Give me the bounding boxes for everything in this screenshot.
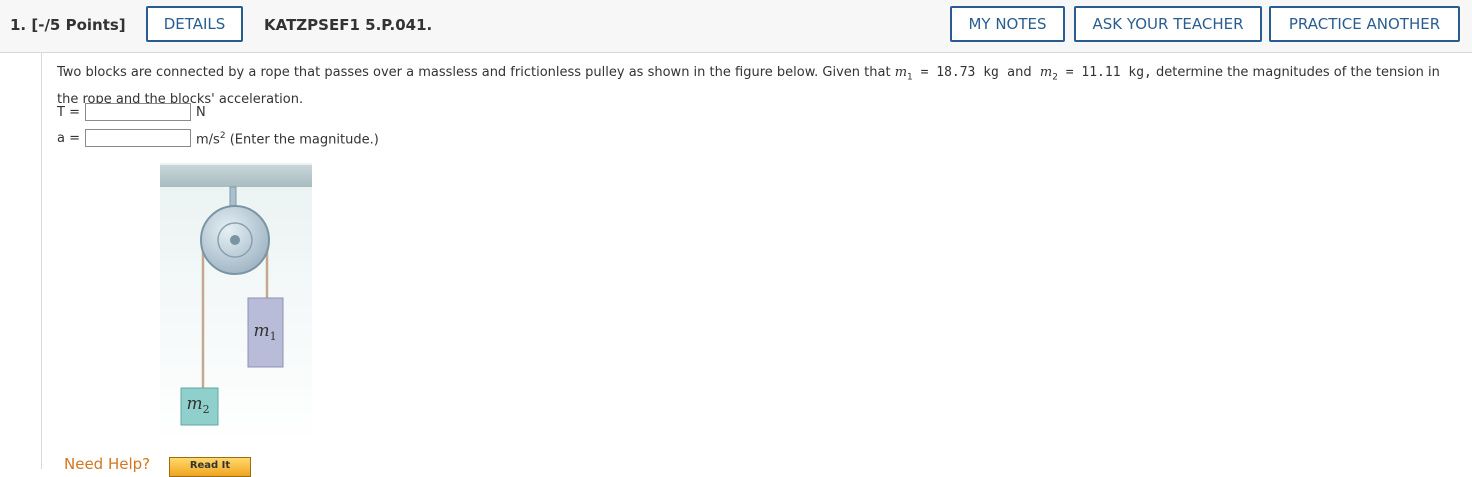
points-label: [-/5 Points] bbox=[31, 16, 126, 34]
tension-label: T = bbox=[57, 105, 80, 120]
acceleration-label: a = bbox=[57, 131, 80, 146]
acceleration-unit-base: m/s bbox=[196, 132, 220, 148]
acceleration-unit: m/s2 (Enter the magnitude.) bbox=[196, 131, 379, 147]
m2-symbol: m bbox=[1039, 65, 1053, 80]
read-it-button[interactable]: Read It bbox=[169, 457, 251, 477]
ceiling bbox=[160, 165, 312, 187]
m1-value: = 18.73 kg bbox=[912, 65, 999, 80]
tension-unit: N bbox=[196, 105, 206, 120]
acceleration-note: (Enter the magnitude.) bbox=[229, 132, 379, 148]
m1-symbol: m bbox=[894, 65, 908, 80]
acceleration-input[interactable] bbox=[85, 129, 191, 147]
question-number: 1. [-/5 Points] bbox=[10, 16, 126, 34]
atwood-machine-figure: m1 m2 bbox=[160, 163, 315, 449]
practice-another-button[interactable]: PRACTICE ANOTHER bbox=[1269, 6, 1460, 42]
problem-text-part1: Two blocks are connected by a rope that … bbox=[57, 65, 891, 80]
assignment-code: KATZPSEF1 5.P.041. bbox=[264, 16, 433, 34]
acceleration-unit-exponent: 2 bbox=[219, 131, 226, 141]
m2-value: = 11.11 kg, bbox=[1057, 65, 1152, 80]
question-header: 1. [-/5 Points] DETAILS KATZPSEF1 5.P.04… bbox=[0, 0, 1472, 53]
need-help-label: Need Help? bbox=[64, 455, 151, 473]
question-number-text: 1. bbox=[10, 16, 27, 34]
pulley-axle bbox=[230, 235, 240, 245]
problem-statement: Two blocks are connected by a rope that … bbox=[57, 62, 1447, 110]
pulley-diagram: m1 m2 bbox=[160, 163, 312, 445]
ask-your-teacher-button[interactable]: ASK YOUR TEACHER bbox=[1074, 6, 1262, 42]
my-notes-button[interactable]: MY NOTES bbox=[950, 6, 1065, 42]
and-word: and bbox=[1007, 65, 1032, 80]
details-button[interactable]: DETAILS bbox=[146, 6, 243, 42]
tension-input[interactable] bbox=[85, 103, 191, 121]
